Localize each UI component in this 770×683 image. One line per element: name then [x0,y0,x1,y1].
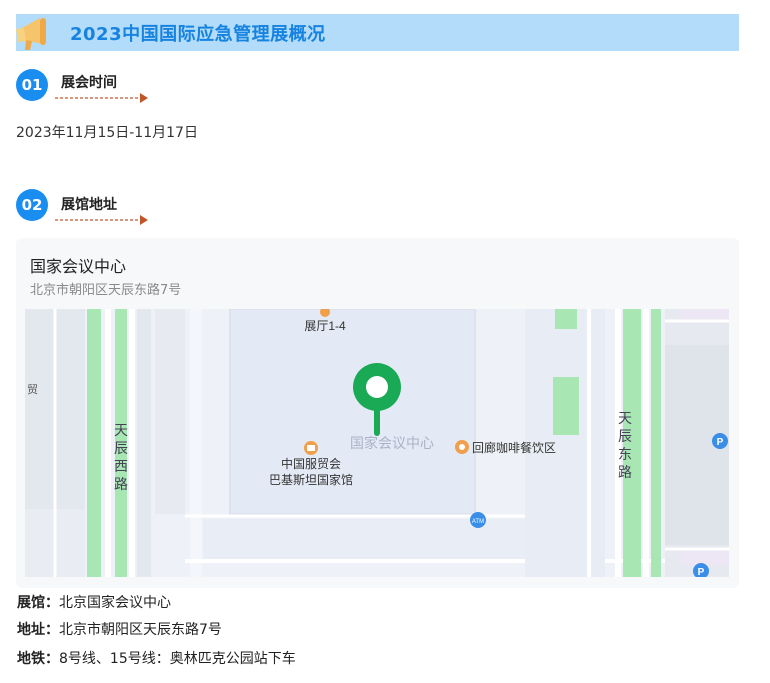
detail-label: 展馆： [17,595,59,611]
page-title: 2023中国国际应急管理展概况 [70,24,326,45]
map-label-edge: 贸 [27,383,38,396]
map-label-road-east-4: 路 [618,464,632,480]
detail-value: 8号线、15号线：奥林匹克公园站下车 [59,651,296,667]
map-label-road-east-1: 天 [618,410,632,426]
detail-value: 北京国家会议中心 [59,595,171,611]
megaphone-icon [16,18,46,50]
detail-row-venue: 展馆：北京国家会议中心 [17,592,171,612]
map-label-cafe: 回廊咖啡餐饮区 [472,440,556,455]
map-label-road-east-2: 辰 [618,428,632,444]
section-arrow-icon [55,93,148,103]
detail-label: 地铁： [17,651,59,667]
map-label-museum-line2: 巴基斯坦国家馆 [269,472,353,487]
detail-label: 地址： [17,622,59,638]
venue-name: 国家会议中心 [30,257,127,276]
parking-label: P [717,437,724,448]
detail-row-subway: 地铁：8号线、15号线：奥林匹克公园站下车 [17,648,296,668]
section-number-badge: 02 [16,189,48,221]
venue-address: 北京市朝阳区天辰东路7号 [30,283,182,298]
map-label-road-west-2: 辰 [114,440,128,456]
map-label-road-west-1: 天 [114,422,128,438]
map-label-road-west-4: 路 [114,476,128,492]
section-title-venue: 展馆地址 [61,197,117,213]
map-view[interactable]: 展厅1-4 国家会议中心 中国服贸会 巴基斯坦国家馆 回廊咖啡餐饮区 天 辰 西… [25,309,729,577]
section-number-badge: 01 [16,69,48,101]
exhibition-date: 2023年11月15日-11月17日 [16,125,198,141]
map-label-road-west-3: 西 [114,458,128,474]
detail-row-address: 地址：北京市朝阳区天辰东路7号 [17,619,222,639]
map-label-museum-line1: 中国服贸会 [281,456,341,471]
section-arrow-icon [55,215,148,225]
map-label-center: 国家会议中心 [350,435,434,451]
detail-value: 北京市朝阳区天辰东路7号 [59,622,222,638]
section-title-time: 展会时间 [61,75,117,91]
parking-label: P [698,567,705,577]
map-label-road-east-3: 东 [618,446,632,462]
map-label-hall: 展厅1-4 [304,319,346,333]
atm-label: ATM [472,519,484,525]
